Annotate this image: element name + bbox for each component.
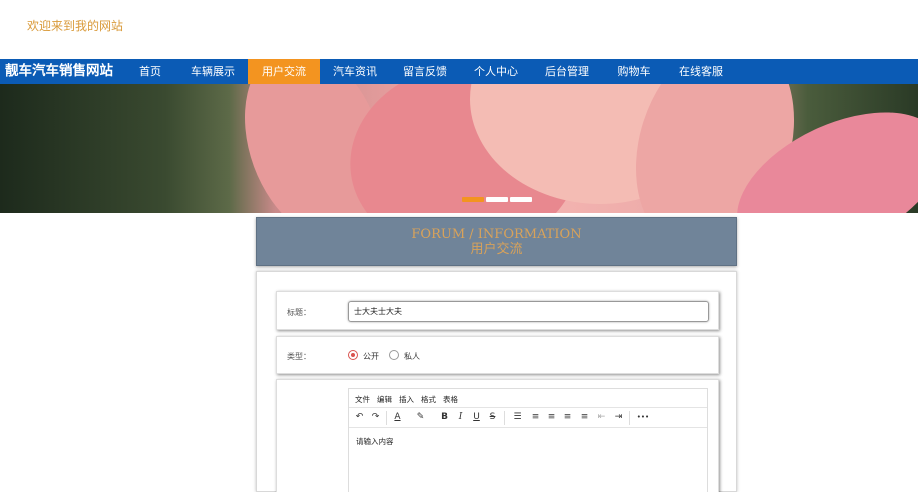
editor-menubar: 文件 编辑 插入 格式 表格 (349, 389, 707, 407)
underline-icon[interactable]: U (470, 411, 483, 424)
nav-item-home[interactable]: 首页 (128, 59, 172, 84)
forum-title-cn: 用户交流 (470, 242, 523, 257)
type-private-radio[interactable] (389, 350, 399, 360)
carousel-indicators (462, 197, 532, 202)
bullet-list-icon[interactable]: ☰ (511, 411, 524, 424)
menu-insert[interactable]: 插入 (399, 394, 414, 405)
carousel-dot[interactable] (486, 197, 508, 202)
align-justify-icon[interactable]: ≡ (578, 411, 591, 424)
title-row: 标题： 士大夫士大夫 (276, 291, 719, 330)
menu-format[interactable]: 格式 (421, 394, 436, 405)
editor-content-area[interactable]: 请输入内容 (356, 436, 394, 447)
text-color-icon[interactable]: A (391, 411, 404, 424)
menu-file[interactable]: 文件 (355, 394, 370, 405)
italic-icon[interactable]: I (454, 411, 467, 424)
nav-item-admin[interactable]: 后台管理 (538, 59, 596, 84)
title-label: 标题： (287, 308, 311, 317)
nav-item-vehicles[interactable]: 车辆展示 (184, 59, 242, 84)
main-nav: 靓车汽车销售网站 首页 车辆展示 用户交流 汽车资讯 留言反馈 个人中心 后台管… (0, 59, 918, 84)
type-row: 类型： 公开 私人 (276, 336, 719, 374)
nav-item-forum[interactable]: 用户交流 (248, 59, 320, 84)
indent-icon[interactable]: ⇥ (612, 411, 625, 424)
nav-item-cart[interactable]: 购物车 (610, 59, 658, 84)
toolbar-separator (504, 411, 505, 425)
undo-icon[interactable]: ↶ (353, 411, 366, 424)
nav-item-service[interactable]: 在线客服 (672, 59, 730, 84)
align-left-icon[interactable]: ≡ (529, 411, 542, 424)
nav-item-feedback[interactable]: 留言反馈 (396, 59, 454, 84)
type-public-radio[interactable] (348, 350, 358, 360)
title-input[interactable]: 士大夫士大夫 (348, 301, 709, 322)
rich-text-editor: 文件 编辑 插入 格式 表格 ↶ ↷ A ✎ B I U S ☰ ≡ ≡ ≡ ≡… (348, 388, 708, 492)
top-bar: 欢迎来到我的网站 (0, 0, 918, 58)
highlight-color-icon[interactable]: ✎ (414, 411, 427, 424)
post-form: 标题： 士大夫士大夫 类型： 公开 私人 文件 编辑 插入 格式 表格 ↶ ↷ … (256, 271, 737, 492)
strikethrough-icon[interactable]: S (486, 411, 499, 424)
nav-item-profile[interactable]: 个人中心 (467, 59, 525, 84)
type-public-label[interactable]: 公开 (363, 351, 379, 362)
align-right-icon[interactable]: ≡ (561, 411, 574, 424)
toolbar-separator (386, 411, 387, 425)
nav-item-news[interactable]: 汽车资讯 (326, 59, 384, 84)
forum-title-en: FORUM / INFORMATION (411, 227, 582, 242)
content-row: 文件 编辑 插入 格式 表格 ↶ ↷ A ✎ B I U S ☰ ≡ ≡ ≡ ≡… (276, 379, 719, 492)
more-icon[interactable]: ••• (634, 411, 652, 424)
banner-carousel[interactable] (0, 84, 918, 213)
menu-table[interactable]: 表格 (443, 394, 458, 405)
outdent-icon[interactable]: ⇤ (595, 411, 608, 424)
welcome-text: 欢迎来到我的网站 (27, 19, 124, 33)
bold-icon[interactable]: B (438, 411, 451, 424)
menu-edit[interactable]: 编辑 (377, 394, 392, 405)
type-label: 类型： (287, 352, 311, 361)
redo-icon[interactable]: ↷ (369, 411, 382, 424)
align-center-icon[interactable]: ≡ (545, 411, 558, 424)
editor-toolbar: ↶ ↷ A ✎ B I U S ☰ ≡ ≡ ≡ ≡ ⇤ ⇥ ••• (349, 407, 707, 428)
carousel-dot[interactable] (510, 197, 532, 202)
type-private-label[interactable]: 私人 (404, 351, 420, 362)
forum-header: FORUM / INFORMATION 用户交流 (256, 217, 737, 266)
carousel-dot[interactable] (462, 197, 484, 202)
toolbar-separator (629, 411, 630, 425)
site-brand[interactable]: 靓车汽车销售网站 (5, 59, 113, 84)
